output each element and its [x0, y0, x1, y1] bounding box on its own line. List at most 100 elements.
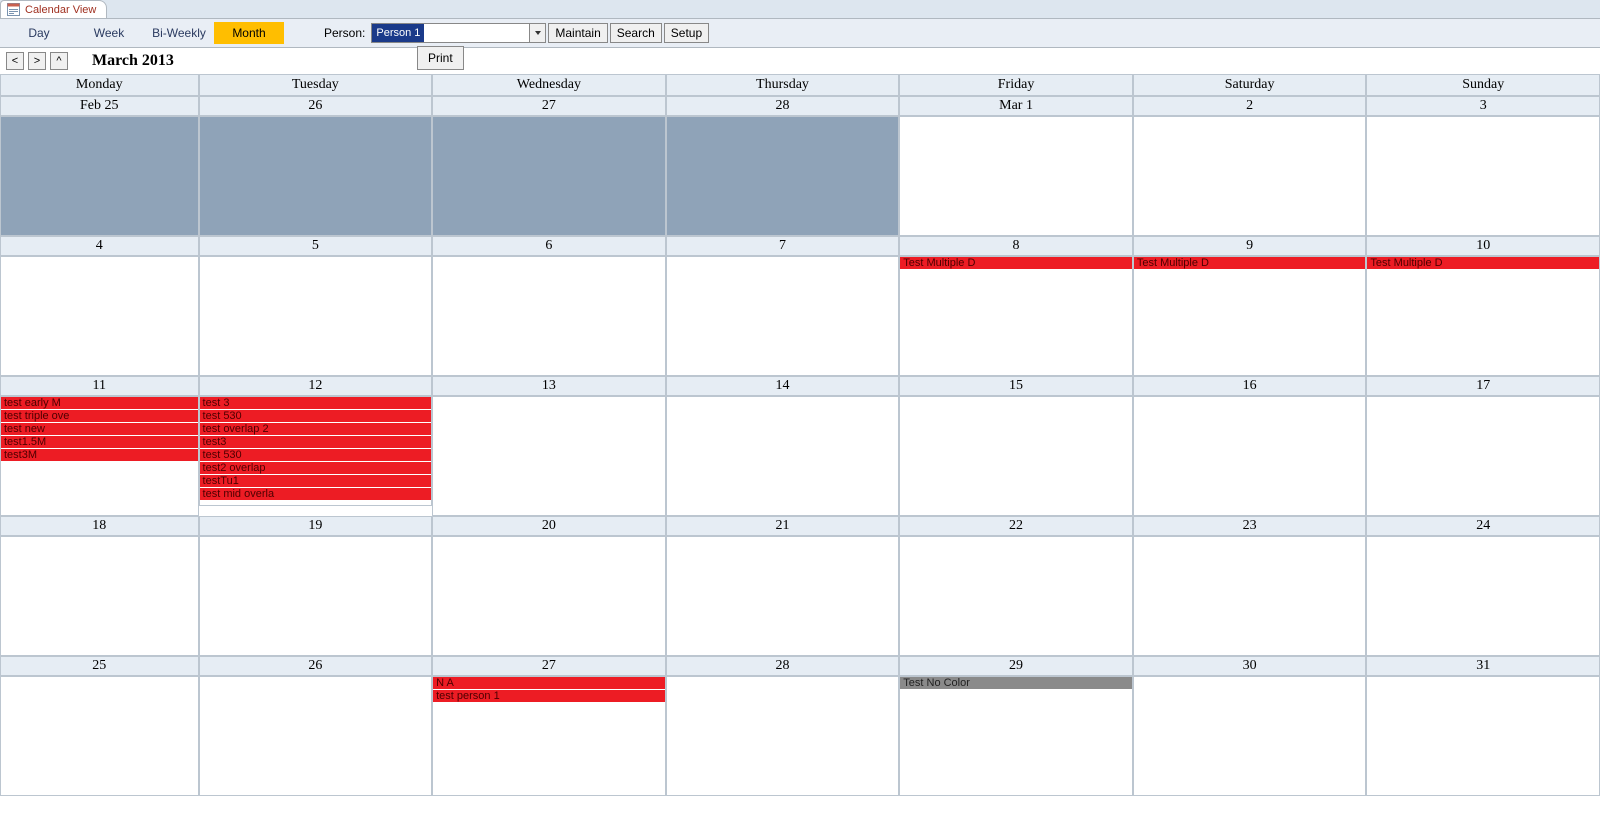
day-cell[interactable]: [432, 256, 666, 376]
calendar-event[interactable]: test triple ove: [1, 410, 198, 423]
date-header[interactable]: 10: [1366, 236, 1600, 256]
day-cell[interactable]: [432, 536, 666, 656]
day-cell[interactable]: [666, 536, 900, 656]
date-header[interactable]: 26: [199, 656, 433, 676]
day-cell[interactable]: [0, 256, 199, 376]
day-cell[interactable]: [899, 116, 1133, 236]
day-cell[interactable]: [199, 536, 433, 656]
date-header[interactable]: 6: [432, 236, 666, 256]
calendar-event[interactable]: test 530: [200, 449, 432, 462]
day-cell[interactable]: [899, 396, 1133, 516]
next-button[interactable]: >: [28, 52, 46, 70]
tab-calendar-view[interactable]: Calendar View: [0, 0, 107, 18]
person-input-blank[interactable]: [424, 24, 529, 42]
day-cell[interactable]: [666, 676, 900, 796]
calendar-event[interactable]: Test No Color: [900, 677, 1132, 690]
prev-button[interactable]: <: [6, 52, 24, 70]
day-cell[interactable]: [432, 116, 666, 236]
calendar-event[interactable]: N A: [433, 677, 665, 690]
date-header[interactable]: 8: [899, 236, 1133, 256]
up-button[interactable]: ^: [50, 52, 68, 70]
date-header[interactable]: 24: [1366, 516, 1600, 536]
day-cell[interactable]: [1366, 676, 1600, 796]
date-header[interactable]: 25: [0, 656, 199, 676]
view-day-button[interactable]: Day: [4, 22, 74, 44]
calendar-event[interactable]: test overlap 2: [200, 423, 432, 436]
date-header[interactable]: 19: [199, 516, 433, 536]
date-header[interactable]: 31: [1366, 656, 1600, 676]
day-cell[interactable]: [1133, 396, 1367, 516]
day-cell[interactable]: [666, 256, 900, 376]
date-header[interactable]: 7: [666, 236, 900, 256]
date-header[interactable]: 16: [1133, 376, 1367, 396]
date-header[interactable]: 23: [1133, 516, 1367, 536]
day-cell[interactable]: [0, 676, 199, 796]
day-cell[interactable]: N Atest person 1: [432, 676, 666, 796]
calendar-event[interactable]: test3: [200, 436, 432, 449]
date-header[interactable]: 22: [899, 516, 1133, 536]
calendar-event[interactable]: test person 1: [433, 690, 665, 703]
print-button[interactable]: Print: [417, 46, 464, 70]
date-header[interactable]: Feb 25: [0, 96, 199, 116]
date-header[interactable]: 27: [432, 96, 666, 116]
day-cell[interactable]: [1366, 536, 1600, 656]
day-cell[interactable]: [1133, 116, 1367, 236]
day-cell[interactable]: Test Multiple D: [1366, 256, 1600, 376]
date-header[interactable]: 13: [432, 376, 666, 396]
date-header[interactable]: Mar 1: [899, 96, 1133, 116]
day-cell[interactable]: Test Multiple D: [1133, 256, 1367, 376]
date-header[interactable]: 28: [666, 96, 900, 116]
view-month-button[interactable]: Month: [214, 22, 284, 44]
calendar-event[interactable]: test new: [1, 423, 198, 436]
view-biweekly-button[interactable]: Bi-Weekly: [144, 22, 214, 44]
day-cell[interactable]: [199, 256, 433, 376]
day-cell[interactable]: [432, 396, 666, 516]
day-cell[interactable]: [0, 536, 199, 656]
date-header[interactable]: 12: [199, 376, 433, 396]
calendar-event[interactable]: test 530: [200, 410, 432, 423]
calendar-event[interactable]: test1.5M: [1, 436, 198, 449]
day-cell[interactable]: [1366, 116, 1600, 236]
date-header[interactable]: 14: [666, 376, 900, 396]
day-cell[interactable]: [899, 536, 1133, 656]
chevron-down-icon[interactable]: [529, 24, 545, 42]
date-header[interactable]: 4: [0, 236, 199, 256]
calendar-event[interactable]: test3M: [1, 449, 198, 462]
date-header[interactable]: 30: [1133, 656, 1367, 676]
day-cell[interactable]: [1133, 676, 1367, 796]
calendar-event[interactable]: test mid overla: [200, 488, 432, 501]
date-header[interactable]: 28: [666, 656, 900, 676]
day-cell[interactable]: [0, 116, 199, 236]
calendar-event[interactable]: Test Multiple D: [900, 257, 1132, 270]
day-cell[interactable]: test 3test 530test overlap 2test3test 53…: [199, 396, 433, 506]
date-header[interactable]: 5: [199, 236, 433, 256]
calendar-event[interactable]: testTu1: [200, 475, 432, 488]
date-header[interactable]: 11: [0, 376, 199, 396]
maintain-button[interactable]: Maintain: [548, 23, 607, 43]
day-cell[interactable]: Test No Color: [899, 676, 1133, 796]
date-header[interactable]: 3: [1366, 96, 1600, 116]
date-header[interactable]: 2: [1133, 96, 1367, 116]
day-cell[interactable]: [666, 396, 900, 516]
day-cell[interactable]: [666, 116, 900, 236]
day-cell[interactable]: [1366, 396, 1600, 516]
date-header[interactable]: 20: [432, 516, 666, 536]
search-button[interactable]: Search: [610, 23, 662, 43]
day-cell[interactable]: [199, 676, 433, 796]
date-header[interactable]: 26: [199, 96, 433, 116]
person-select[interactable]: Person 1: [371, 23, 546, 43]
calendar-event[interactable]: test 3: [200, 397, 432, 410]
calendar-event[interactable]: Test Multiple D: [1367, 257, 1599, 270]
day-cell[interactable]: [1133, 536, 1367, 656]
date-header[interactable]: 27: [432, 656, 666, 676]
setup-button[interactable]: Setup: [664, 23, 709, 43]
date-header[interactable]: 17: [1366, 376, 1600, 396]
day-cell[interactable]: Test Multiple D: [899, 256, 1133, 376]
date-header[interactable]: 29: [899, 656, 1133, 676]
day-cell[interactable]: test early Mtest triple ovetest newtest1…: [0, 396, 199, 516]
date-header[interactable]: 21: [666, 516, 900, 536]
calendar-event[interactable]: test early M: [1, 397, 198, 410]
date-header[interactable]: 9: [1133, 236, 1367, 256]
view-week-button[interactable]: Week: [74, 22, 144, 44]
calendar-event[interactable]: test2 overlap: [200, 462, 432, 475]
